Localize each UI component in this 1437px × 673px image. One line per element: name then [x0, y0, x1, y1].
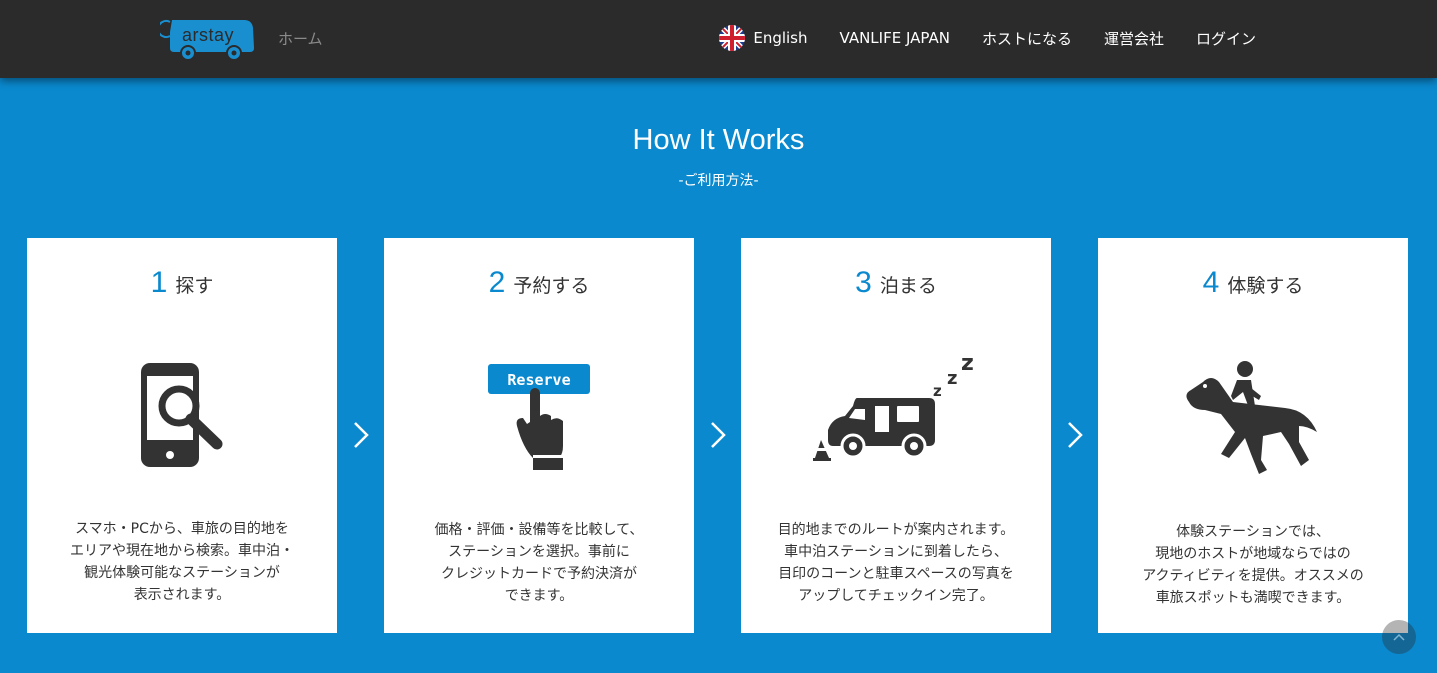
nav-vanlife-japan[interactable]: VANLIFE JAPAN [840, 24, 950, 52]
svg-text:z: z [961, 354, 974, 376]
step-heading: 1 探す [27, 266, 337, 300]
nav-english[interactable]: English [719, 24, 808, 52]
section-subtitle: -ご利用方法- [678, 173, 759, 189]
step-icon-wrap: Reserve [384, 364, 694, 470]
uk-flag-icon [719, 25, 746, 51]
carstay-logo[interactable]: arstay [160, 14, 256, 62]
nav-company[interactable]: 運営会社 [1104, 24, 1164, 52]
reserve-hand-icon: Reserve [488, 364, 590, 470]
step-number: 3 [855, 266, 872, 299]
nav-become-host[interactable]: ホストになる [982, 24, 1072, 52]
step-heading: 3 泊まる [741, 266, 1051, 300]
step-title: 探す [175, 275, 214, 297]
step-number: 2 [488, 266, 506, 299]
step-heading: 2 予約する [384, 266, 694, 300]
section-title: How It Works [632, 124, 805, 156]
horse-rider-icon [1186, 361, 1317, 474]
step-number: 4 [1202, 266, 1220, 299]
step-description: 体験ステーションでは、 現地のホストが地域ならではの アクティビティを提供。オス… [1142, 524, 1364, 606]
camper-sleep-icon: z z z [813, 354, 974, 461]
step-card-experience: 4 体験する 体験ステーションでは、 現地のホストが地域ならではの アクティビテ… [1098, 238, 1408, 633]
step-card-search: 1 探す スマホ・PCから、車旅の目的地を エリアや現在地から検索。車中泊・ 観… [27, 238, 337, 633]
chevron-right-icon [354, 422, 369, 448]
chevron-up-icon [1393, 633, 1405, 641]
step-heading: 4 体験する [1098, 266, 1408, 300]
reserve-label: Reserve [507, 371, 570, 389]
step-card-stay: 3 泊まる z z z 目的地までのルートが案内されます。 車中泊ステーションに… [741, 238, 1051, 633]
nav-english-label: English [753, 29, 808, 47]
svg-text:z: z [947, 368, 957, 389]
svg-text:z: z [933, 382, 942, 400]
step-icon-wrap: z z z [741, 354, 1051, 462]
step-title: 予約する [513, 275, 590, 297]
step-number: 1 [150, 266, 168, 299]
step-icon-wrap [1098, 360, 1408, 476]
step-title: 泊まる [879, 275, 937, 297]
svg-text:arstay: arstay [182, 25, 234, 45]
phone-search-icon [141, 363, 223, 467]
main-nav: English VANLIFE JAPAN ホストになる 運営会社 ログイン [719, 24, 1256, 52]
chevron-right-icon [711, 422, 726, 448]
back-to-top-button[interactable] [1382, 620, 1416, 654]
step-card-reserve: 2 予約する Reserve 価格・評価・設備等を比較して、 ステーションを選択… [384, 238, 694, 633]
nav-home-link[interactable]: ホーム [278, 28, 323, 49]
chevron-right-icon [1068, 422, 1083, 448]
nav-login[interactable]: ログイン [1196, 24, 1256, 52]
step-icon-wrap [27, 362, 337, 468]
step-title: 体験する [1227, 275, 1304, 297]
step-description: スマホ・PCから、車旅の目的地を エリアや現在地から検索。車中泊・ 観光体験可能… [70, 521, 294, 603]
step-description: 目的地までのルートが案内されます。 車中泊ステーションに到着したら、 目印のコー… [777, 522, 1015, 604]
top-navbar: arstay ホーム English VANLIFE JAPAN ホストになる … [0, 0, 1437, 78]
step-description: 価格・評価・設備等を比較して、 ステーションを選択。事前に クレジットカードで予… [434, 522, 644, 604]
